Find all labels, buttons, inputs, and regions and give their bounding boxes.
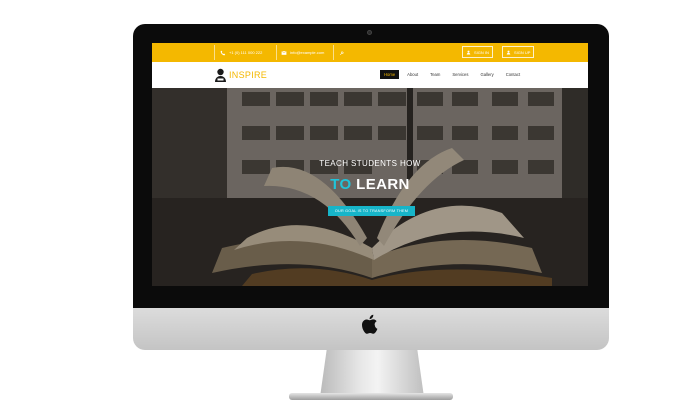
phone-contact[interactable]: +1 (0) 111 000 222 (220, 47, 262, 58)
extra-link[interactable] (339, 47, 345, 58)
sign-up-button[interactable]: SIGN UP (502, 46, 535, 58)
nav-item-services[interactable]: Services (448, 70, 472, 79)
sign-in-button[interactable]: SIGN IN (462, 46, 493, 58)
email-contact[interactable]: info@example.com (281, 47, 324, 58)
webcam (367, 30, 372, 35)
nav-item-contact[interactable]: Contact (502, 70, 524, 79)
hero-heading-line2: TO LEARN (152, 176, 588, 193)
phone-number: +1 (0) 111 000 222 (229, 50, 263, 55)
phone-icon (220, 50, 226, 55)
hero-banner: TEACH STUDENTS HOW TO LEARN OUR GOAL IS … (152, 88, 588, 286)
nav-item-team[interactable]: Team (426, 70, 444, 79)
nav-menu: Home About Team Services Gallery Contact (380, 70, 528, 79)
main-navbar: INSPIRE Home About Team Services Gallery… (152, 62, 588, 88)
sign-up-label: SIGN UP (514, 49, 531, 55)
monitor-screen: +1 (0) 111 000 222 info@example.com SIGN… (152, 43, 588, 286)
user-icon (506, 50, 511, 54)
top-info-bar: +1 (0) 111 000 222 info@example.com SIGN… (152, 43, 588, 62)
monitor-stand (320, 350, 424, 396)
topbar-divider (276, 45, 277, 60)
topbar-divider (214, 45, 215, 60)
user-icon (466, 50, 471, 54)
apple-logo-icon (362, 314, 378, 334)
envelope-icon (281, 50, 287, 55)
email-address: info@example.com (290, 50, 325, 55)
sign-in-label: SIGN IN (474, 49, 489, 55)
nav-item-gallery[interactable]: Gallery (476, 70, 497, 79)
brand-name: INSPIRE (229, 70, 268, 80)
brand-logo[interactable]: INSPIRE (214, 67, 267, 83)
nav-item-home[interactable]: Home (380, 70, 400, 79)
student-icon (215, 68, 226, 82)
wrench-icon (339, 50, 344, 55)
hero-heading-rest: LEARN (351, 176, 410, 193)
topbar-divider (333, 45, 334, 60)
nav-item-about[interactable]: About (403, 70, 422, 79)
hero-cta-button[interactable]: OUR GOAL IS TO TRANSFORM THEM (328, 206, 415, 216)
monitor-stand-base (289, 393, 453, 400)
hero-heading-line1: TEACH STUDENTS HOW (319, 159, 421, 168)
hero-heading-highlight: TO (330, 176, 352, 193)
